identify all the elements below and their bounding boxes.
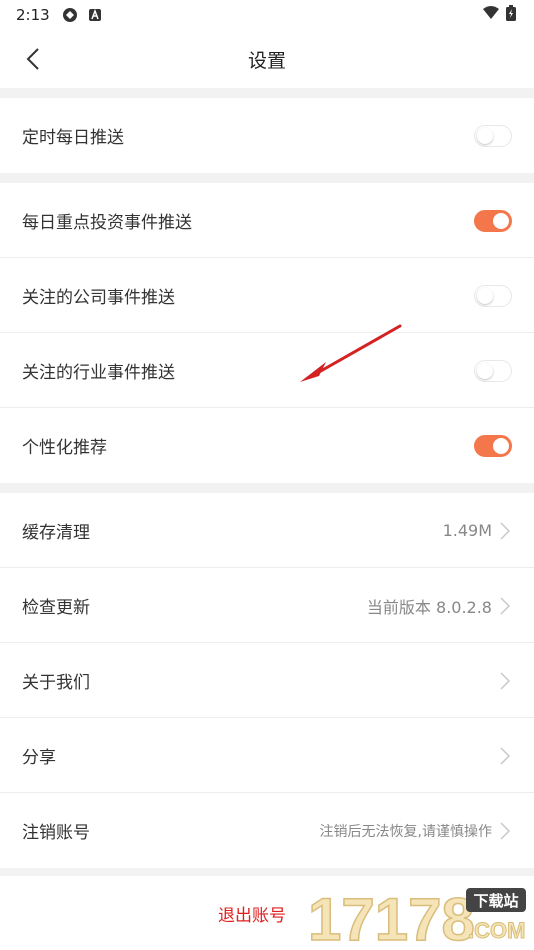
setting-label: 定时每日推送: [22, 128, 124, 148]
toggle-knob: [493, 212, 509, 229]
section-divider: [0, 88, 534, 98]
chevron-right-icon: [498, 746, 512, 766]
a-notification-icon: [88, 8, 102, 22]
industry-push-toggle[interactable]: [474, 359, 512, 382]
section-divider: [0, 483, 534, 493]
personalized-toggle[interactable]: [474, 434, 512, 457]
setting-label: 每日重点投资事件推送: [22, 213, 192, 233]
site-watermark: 17178 下载站 .COM: [306, 884, 528, 950]
toggle-knob: [477, 287, 493, 304]
setting-label: 关注的公司事件推送: [22, 288, 175, 308]
setting-row-personalized: 个性化推荐: [0, 408, 534, 483]
setting-row-industry-push: 关注的行业事件推送: [0, 333, 534, 408]
setting-row-company-push: 关注的公司事件推送: [0, 258, 534, 333]
status-bar: 2:13: [0, 0, 534, 30]
chevron-right-icon: [498, 521, 512, 541]
setting-label: 个性化推荐: [22, 438, 107, 458]
setting-label: 关注的行业事件推送: [22, 363, 175, 383]
setting-row-cancel-account[interactable]: 注销账号 注销后无法恢复,请谨慎操作: [0, 793, 534, 868]
toggle-knob: [477, 127, 493, 144]
cache-size-value: 1.49M: [442, 521, 492, 540]
key-investment-push-toggle[interactable]: [474, 209, 512, 232]
setting-row-clear-cache[interactable]: 缓存清理 1.49M: [0, 493, 534, 568]
chevron-right-icon: [498, 671, 512, 691]
setting-row-scheduled-push: 定时每日推送: [0, 98, 534, 173]
section-divider: [0, 173, 534, 183]
watermark-number: 17178: [308, 886, 475, 946]
logout-button[interactable]: 退出账号: [218, 901, 286, 926]
setting-row-share[interactable]: 分享: [0, 718, 534, 793]
watermark-tag: 下载站: [473, 892, 518, 910]
back-button[interactable]: [18, 44, 48, 74]
chevron-right-icon: [498, 596, 512, 616]
setting-label: 缓存清理: [22, 523, 90, 543]
nav-bar: 设置: [0, 30, 534, 88]
setting-row-about-us[interactable]: 关于我们: [0, 643, 534, 718]
setting-label: 关于我们: [22, 673, 90, 693]
setting-label: 分享: [22, 748, 56, 768]
setting-row-check-update[interactable]: 检查更新 当前版本 8.0.2.8: [0, 568, 534, 643]
battery-icon: [506, 5, 516, 25]
wifi-icon: [482, 6, 500, 24]
chevron-right-icon: [498, 821, 512, 841]
annotation-arrow-icon: [300, 324, 402, 382]
scheduled-push-toggle[interactable]: [474, 124, 512, 147]
setting-label: 检查更新: [22, 598, 90, 618]
page-title: 设置: [247, 49, 286, 72]
setting-label: 注销账号: [22, 823, 90, 843]
watermark-domain: .COM: [468, 918, 525, 943]
cancel-account-warning: 注销后无法恢复,请谨慎操作: [319, 823, 492, 840]
status-time: 2:13: [16, 6, 50, 24]
chevron-left-icon: [26, 48, 39, 70]
toggle-knob: [493, 437, 509, 454]
setting-row-key-investment-push: 每日重点投资事件推送: [0, 183, 534, 258]
company-push-toggle[interactable]: [474, 284, 512, 307]
app-notification-icon: [62, 7, 78, 23]
toggle-knob: [477, 362, 493, 379]
version-value: 当前版本 8.0.2.8: [366, 597, 492, 617]
